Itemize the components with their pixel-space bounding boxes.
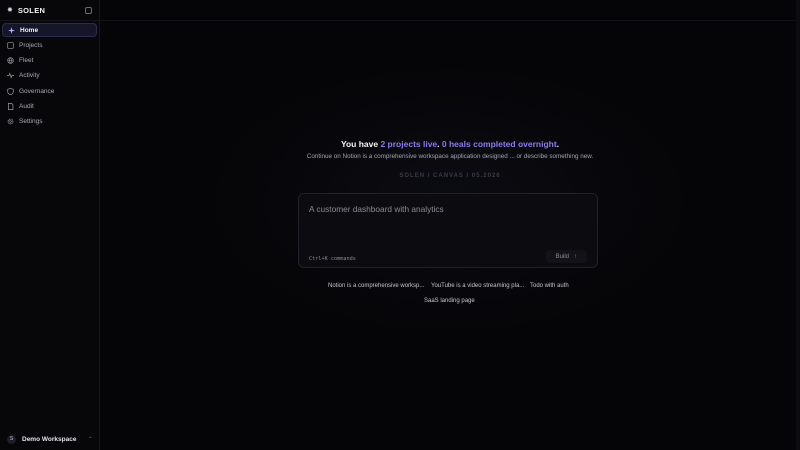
- hero-headline: You have 2 projects live. 0 heals comple…: [100, 139, 800, 149]
- sparkle-icon: [8, 26, 15, 34]
- document-icon: [7, 102, 14, 110]
- sidebar-item-label: Governance: [19, 87, 55, 95]
- brand-header: ✸ SOLEN: [0, 0, 99, 21]
- sidebar-item-label: Fleet: [19, 57, 34, 65]
- sidebar-item-fleet[interactable]: Fleet: [2, 54, 97, 68]
- workspace-avatar: S: [7, 434, 16, 444]
- sidebar-item-label: Audit: [19, 102, 34, 110]
- build-label: Build: [555, 253, 569, 260]
- scrollbar[interactable]: [796, 0, 800, 450]
- headline-period: .: [556, 139, 560, 149]
- sidebar-item-label: Home: [20, 26, 39, 34]
- breadcrumb: SOLEN / CANVAS / 05.2026: [399, 173, 501, 179]
- sidebar-item-label: Activity: [19, 72, 40, 80]
- brand-logo-icon: ✸: [7, 7, 13, 14]
- sidebar-item-settings[interactable]: Settings: [2, 115, 97, 129]
- sidebar-item-label: Projects: [19, 41, 43, 49]
- sidebar-item-activity[interactable]: Activity: [2, 69, 97, 83]
- folder-icon: [7, 42, 14, 49]
- heals-link[interactable]: 0 heals completed overnight: [442, 139, 557, 149]
- suggestion-chip-saas[interactable]: SaaS landing page: [424, 295, 475, 307]
- hero-subline: Continue on Notion is a comprehensive wo…: [306, 153, 594, 160]
- shield-icon: [7, 87, 14, 95]
- keyboard-hint: Ctrl+K commands: [309, 256, 356, 262]
- sidebar-item-projects[interactable]: Projects: [2, 38, 97, 52]
- chevron-up-icon: ⌃: [87, 436, 93, 443]
- build-button[interactable]: Build ↑: [545, 250, 587, 263]
- sidebar-item-home[interactable]: Home: [2, 23, 97, 37]
- arrow-up-icon: ↑: [574, 253, 577, 260]
- top-bar: [100, 0, 800, 21]
- activity-icon: [7, 72, 14, 80]
- suggestion-chip-youtube[interactable]: YouTube is a video streaming pla...: [431, 280, 524, 292]
- globe-icon: [7, 57, 14, 64]
- projects-live-link[interactable]: 2 projects live: [380, 139, 437, 149]
- gear-icon: [7, 118, 14, 125]
- sidebar-nav: Home Projects Fleet Activity Governance: [0, 21, 99, 132]
- sidebar-item-governance[interactable]: Governance: [2, 84, 97, 98]
- sidebar-collapse-icon[interactable]: [85, 6, 92, 14]
- headline-text: You have: [340, 139, 381, 149]
- workspace-switcher[interactable]: S Demo Workspace ⌃: [0, 428, 100, 450]
- workspace-name: Demo Workspace: [22, 435, 77, 443]
- sidebar-item-audit[interactable]: Audit: [2, 99, 97, 113]
- suggestion-chip-notion[interactable]: Notion is a comprehensive worksp...: [328, 280, 424, 292]
- prompt-box: Ctrl+K commands Build ↑: [298, 193, 598, 268]
- suggestion-chip-todo[interactable]: Todo with auth: [530, 280, 569, 292]
- brand-name[interactable]: SOLEN: [18, 6, 45, 15]
- sidebar-item-label: Settings: [19, 118, 43, 126]
- prompt-input[interactable]: [309, 204, 569, 214]
- sidebar: ✸ SOLEN Home Projects Fleet Activity Gov…: [0, 0, 100, 450]
